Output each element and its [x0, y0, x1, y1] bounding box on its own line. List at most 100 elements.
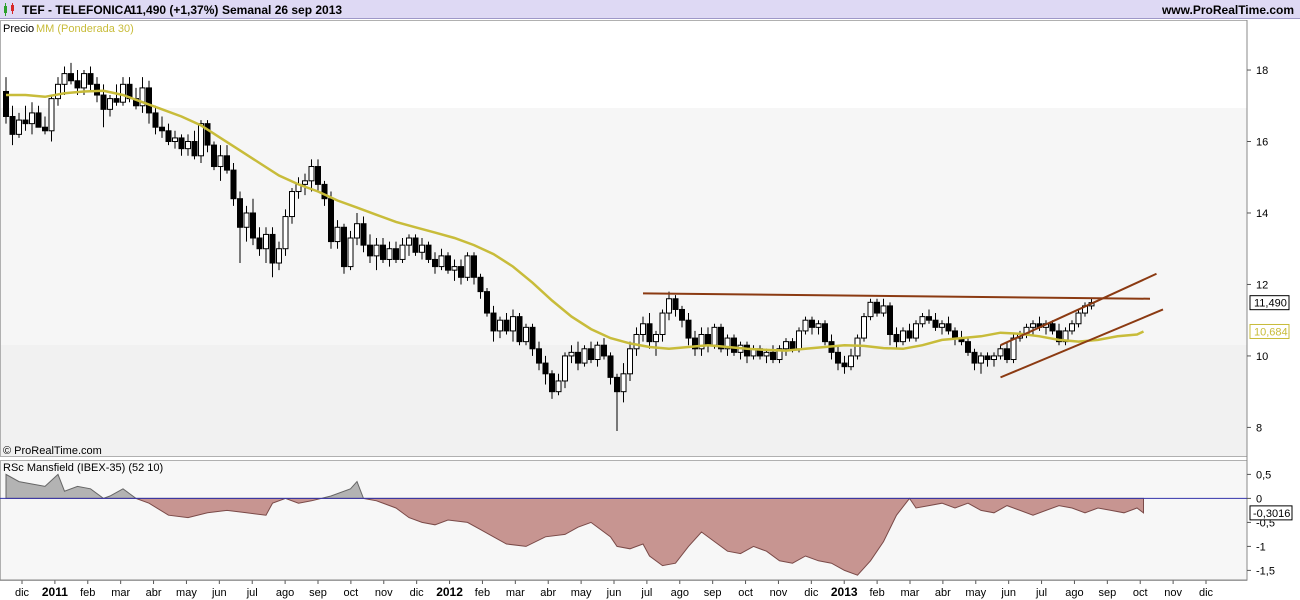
candle-body [991, 355, 997, 361]
x-tick-label: dic [15, 587, 30, 599]
candle-body [289, 191, 295, 218]
candle-body [614, 376, 620, 393]
x-tick-label: jul [640, 587, 652, 599]
candle-body [763, 351, 770, 357]
candle-body [445, 255, 451, 271]
candle-body [503, 319, 510, 332]
x-tick-label: may [176, 587, 197, 599]
candle-body [380, 244, 386, 260]
x-tick-label: jul [1035, 587, 1047, 599]
x-tick-label: abr [935, 587, 951, 599]
candle-body [178, 137, 185, 150]
candle-body [217, 155, 224, 168]
candle-body [367, 244, 373, 257]
x-tick-label: ago [1065, 587, 1083, 599]
candle-body [568, 351, 575, 357]
candle-body [146, 87, 152, 114]
candle-body [854, 337, 861, 357]
price-tick-label: 14 [1256, 208, 1268, 220]
period-label: Semanal 26 sep 2013 [222, 3, 343, 17]
candle-body [347, 237, 354, 268]
candle-body [16, 119, 22, 135]
legend-moving-average: MM (Ponderada 30) [36, 23, 134, 35]
candle-body [952, 330, 958, 339]
candle-body [185, 141, 191, 150]
x-tick-label: sep [1098, 587, 1116, 599]
candle-body [633, 333, 640, 350]
candle-body [555, 380, 562, 393]
candle-body [55, 83, 61, 100]
candle-body [848, 355, 854, 368]
candle-body [523, 326, 529, 343]
price-tick-label: 12 [1256, 279, 1268, 291]
x-tick-label: mar [506, 587, 525, 599]
x-tick-label: jun [606, 587, 622, 599]
site-url[interactable]: www.ProRealTime.com [1162, 3, 1294, 17]
candle-body [152, 112, 159, 128]
x-tick-label: oct [1133, 587, 1148, 599]
x-tick-label: jun [211, 587, 227, 599]
candle-body [802, 319, 809, 332]
candle-body [1075, 312, 1082, 325]
candle-body [191, 141, 198, 157]
x-tick-label: oct [344, 587, 359, 599]
x-tick-label: feb [869, 587, 884, 599]
x-tick-label: oct [738, 587, 753, 599]
candle-body [308, 166, 315, 182]
candle-body [438, 255, 445, 268]
last-price-tag: 11,490 [1254, 298, 1287, 310]
candle-body [211, 144, 217, 168]
candle-body [61, 73, 68, 85]
candle-body [529, 326, 536, 350]
candle-body [477, 276, 484, 293]
candle-body [893, 333, 900, 343]
rsc-tick-label: -1 [1256, 541, 1266, 553]
candle-body [341, 226, 347, 268]
x-tick-label: 2011 [42, 585, 68, 599]
candle-body [932, 319, 939, 328]
candle-body [328, 198, 334, 243]
candle-body [471, 255, 477, 278]
candle-body [419, 244, 425, 253]
legend-price: Precio [3, 23, 34, 35]
candle-body [386, 248, 393, 260]
x-tick-label: dic [410, 587, 425, 599]
copyright-text: © ProRealTime.com [3, 445, 102, 457]
candle-body [913, 323, 919, 339]
x-tick-label: dic [1199, 587, 1214, 599]
candle-body [887, 305, 893, 335]
candle-body [458, 266, 464, 278]
candle-body [672, 298, 679, 310]
candle-body [659, 312, 666, 335]
candle-body [269, 233, 276, 264]
candle-body [302, 180, 308, 185]
candle-body [900, 330, 906, 343]
candle-body [243, 212, 250, 228]
candle-body [666, 298, 672, 314]
x-tick-label: feb [475, 587, 490, 599]
x-tick-label: abr [540, 587, 556, 599]
candle-body [42, 126, 48, 132]
candle-body [965, 341, 971, 353]
candle-body [588, 348, 594, 361]
candle-body [432, 258, 438, 268]
candle-body [263, 233, 269, 250]
price-tick-label: 10 [1256, 351, 1268, 363]
candle-body [835, 351, 841, 364]
candle-body [919, 316, 926, 325]
candle-body [74, 80, 81, 89]
candle-body [594, 344, 601, 361]
candle-body [22, 119, 29, 125]
candle-body [406, 237, 412, 246]
candle-body [354, 223, 360, 239]
x-tick-label: feb [80, 587, 95, 599]
candle-body [1049, 323, 1056, 332]
candle-body [542, 362, 549, 375]
quote-value: 11,490 (+1,37%) [130, 3, 219, 17]
candle-body [640, 323, 646, 335]
x-tick-label: may [571, 587, 592, 599]
candle-body [94, 83, 100, 96]
candle-body [237, 198, 243, 228]
x-tick-label: sep [309, 587, 327, 599]
candle-body [256, 237, 263, 250]
